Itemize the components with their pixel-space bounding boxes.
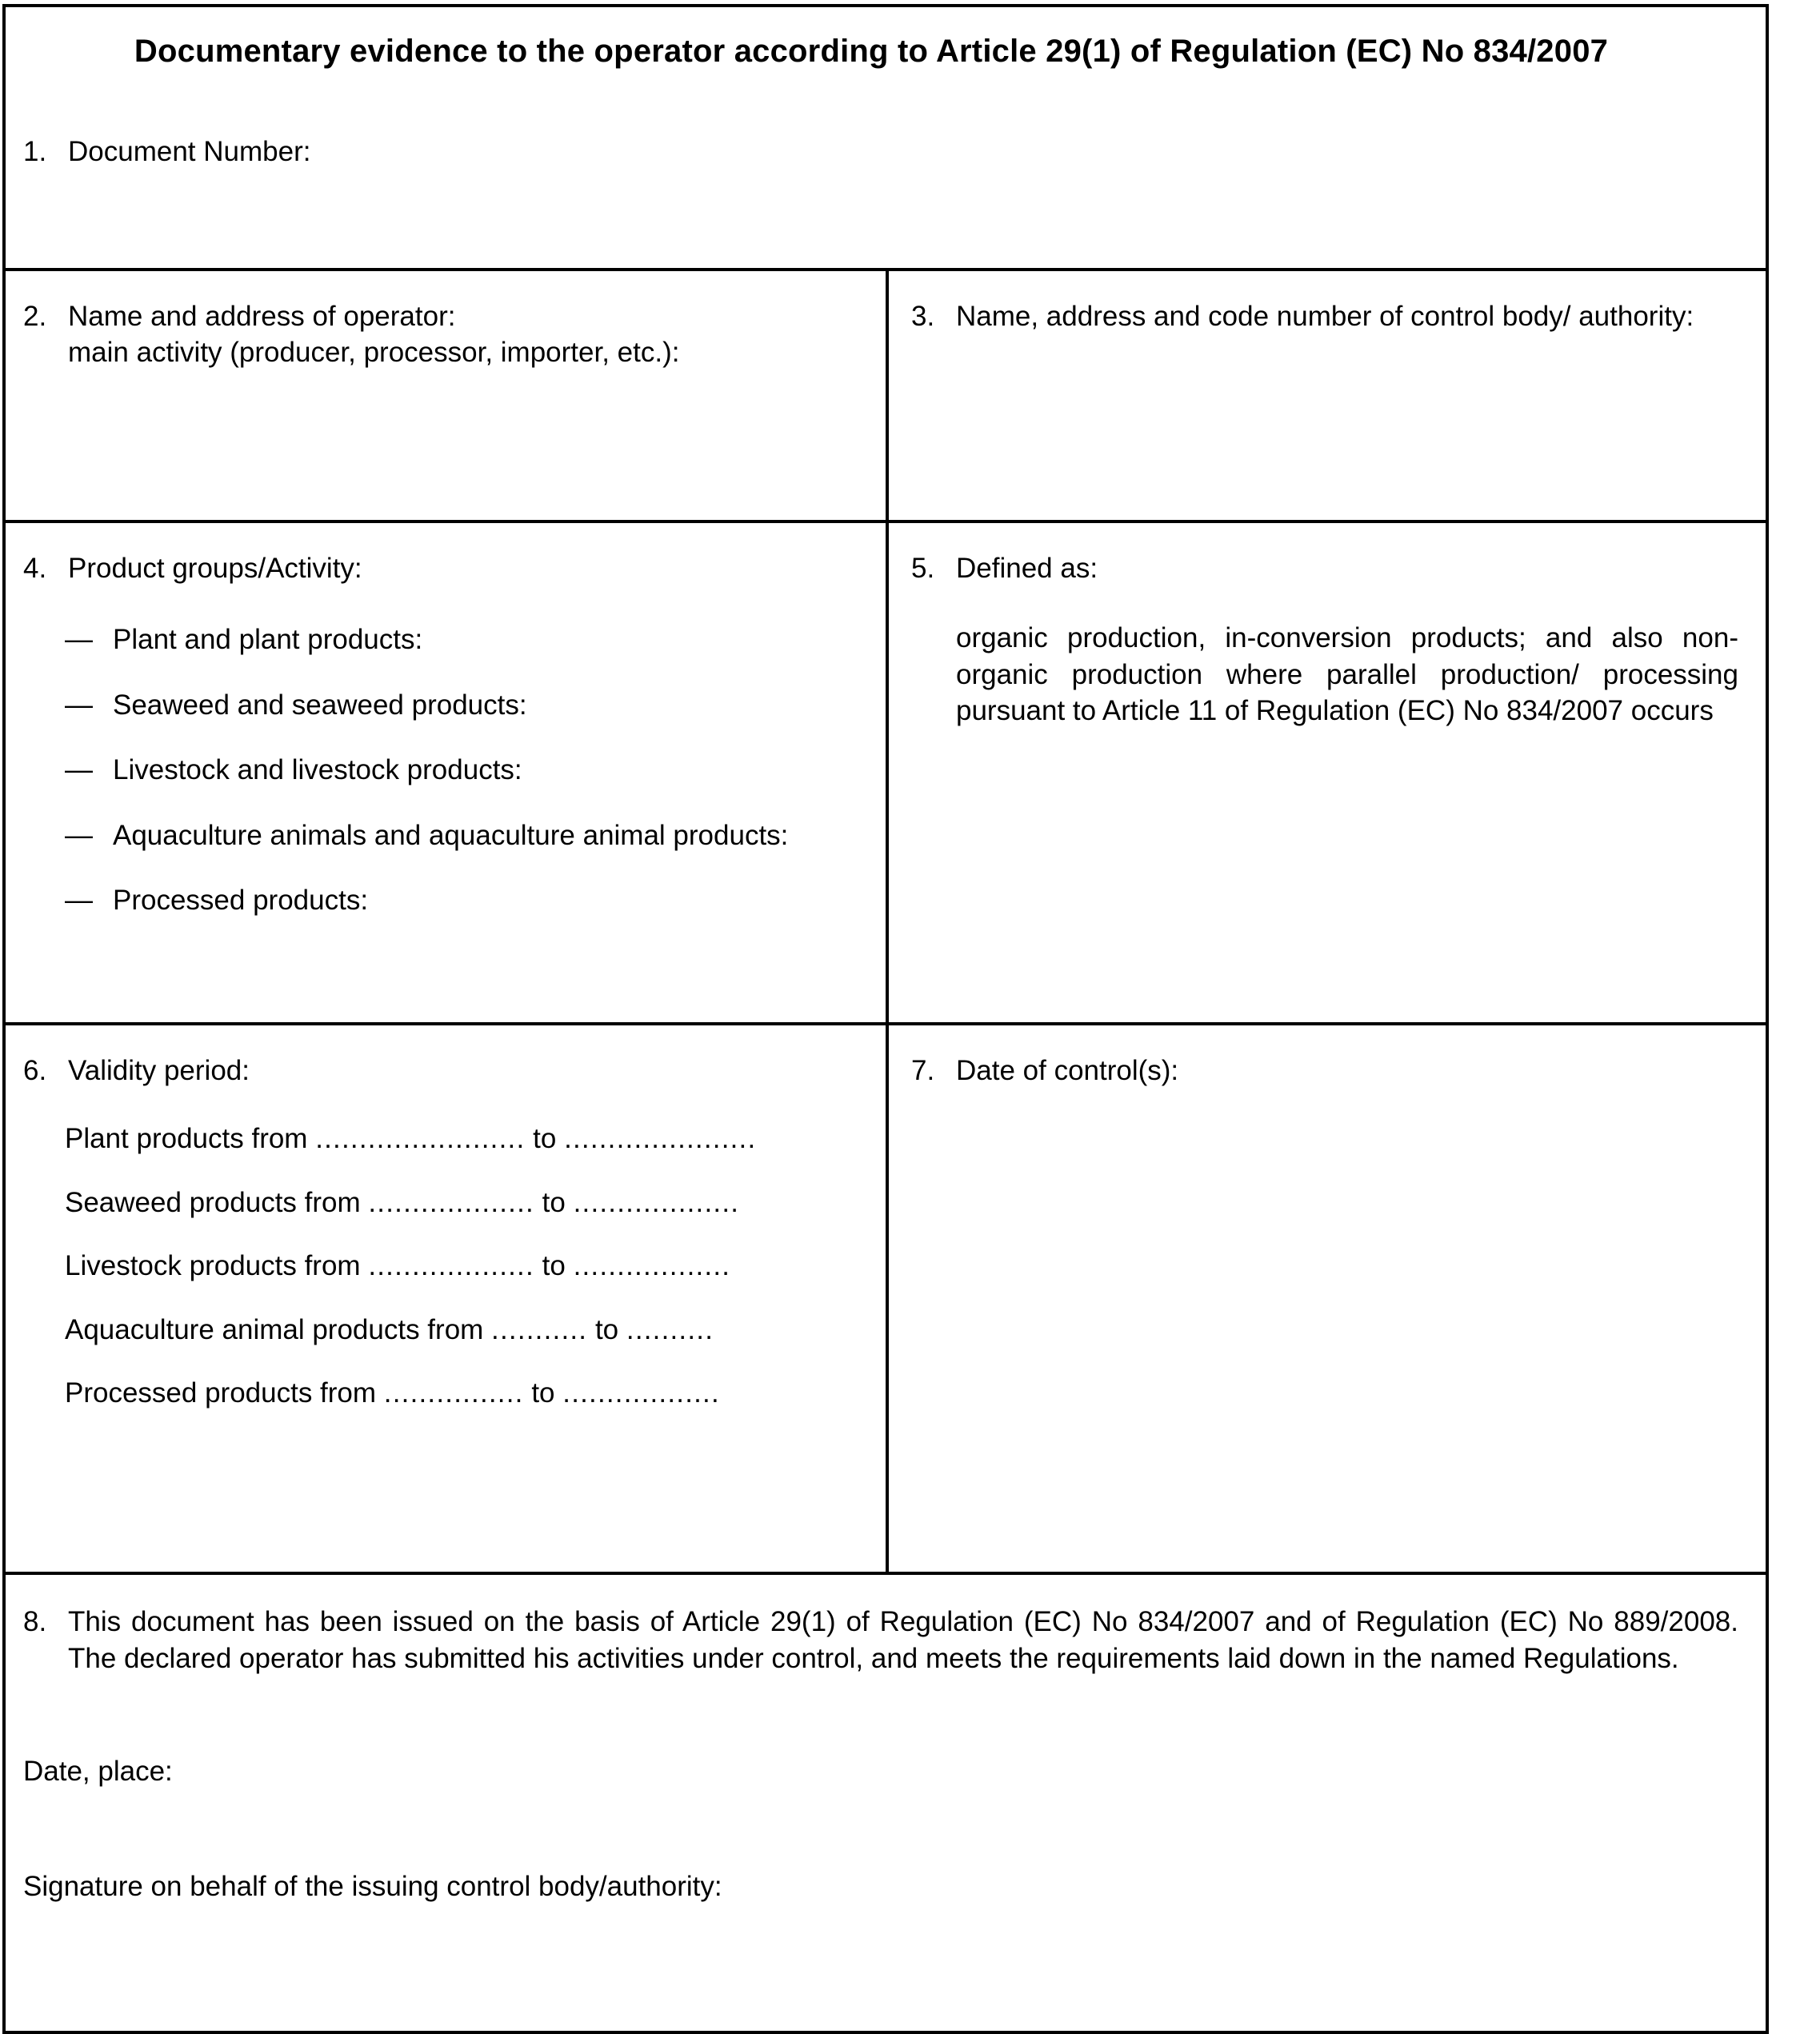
cell-statement: 8. This document has been issued on the … <box>2 1572 1769 2034</box>
spacer-product-groups-answer <box>23 919 854 988</box>
em-dash-icon: — <box>65 624 93 655</box>
list-item-label: Seaweed and seaweed products: <box>113 689 527 721</box>
cell-product-groups: 4. Product groups/Activity: — Plant and … <box>2 519 889 1025</box>
field-validity-period: 6. Validity period: <box>23 1053 854 1089</box>
field-number-6: 6. <box>23 1054 47 1086</box>
em-dash-icon: — <box>65 754 93 785</box>
field-number-7: 7. <box>911 1054 935 1086</box>
validity-period-list: Plant products from ....................… <box>65 1121 854 1412</box>
list-item-aquaculture-products: Aquaculture animal products from .......… <box>65 1312 854 1349</box>
validity-leader-to[interactable]: .......... <box>626 1314 714 1345</box>
spacer-defined-as <box>911 729 1738 998</box>
validity-leader-from[interactable]: ................... <box>368 1250 534 1281</box>
page-title: Documentary evidence to the operator acc… <box>134 34 1609 69</box>
spacer-validity-period <box>23 1412 854 1474</box>
field-number-4: 4. <box>23 552 47 584</box>
list-item-label: Processed products: <box>113 885 369 916</box>
validity-row-label: Aquaculture animal products from <box>65 1313 484 1345</box>
field-label-document-number: Document Number: <box>68 136 311 167</box>
spacer-date-of-control-answer <box>911 1089 1738 1548</box>
list-item: — Seaweed and seaweed products: <box>65 687 854 724</box>
validity-row-mid: to <box>531 1377 555 1409</box>
field-number-5: 5. <box>911 552 935 584</box>
cell-validity-period: 6. Validity period: Plant products from … <box>2 1021 889 1575</box>
field-statement-text: This document has been issued on the bas… <box>68 1606 1738 1674</box>
field-label-defined-as: Defined as: <box>956 552 1098 584</box>
field-date-of-control: 7. Date of control(s): <box>911 1053 1738 1089</box>
field-defined-as: 5. Defined as: <box>911 550 1738 587</box>
list-item-plant-products: Plant products from ....................… <box>65 1121 854 1157</box>
spacer-document-number-answer <box>23 170 1734 247</box>
field-number-8: 8. <box>23 1606 47 1637</box>
list-item-livestock-products: Livestock products from ................… <box>65 1248 854 1285</box>
validity-leader-from[interactable]: ................ <box>384 1377 524 1409</box>
field-label-control-body: Name, address and code number of control… <box>956 300 1694 332</box>
document-page: Documentary evidence to the operator acc… <box>0 0 1820 2034</box>
validity-leader-from[interactable]: ........... <box>491 1314 587 1345</box>
field-label-validity-period: Validity period: <box>68 1054 250 1086</box>
field-number-2: 2. <box>23 300 47 332</box>
validity-row-label: Plant products from <box>65 1123 308 1154</box>
spacer-before-signature <box>23 1790 1738 1868</box>
validity-row-mid: to <box>594 1313 619 1345</box>
table-row-productgroups-definedas: 4. Product groups/Activity: — Plant and … <box>2 519 1769 1025</box>
validity-row-label: Livestock products from <box>65 1250 361 1281</box>
field-label-operator-line1: Name and address of operator: <box>68 300 456 332</box>
list-item: — Aquaculture animals and aquaculture an… <box>65 817 854 854</box>
field-control-body: 3. Name, address and code number of cont… <box>911 298 1738 335</box>
field-label-operator-line2: main activity (producer, processor, impo… <box>68 337 680 368</box>
table-row-statement: 8. This document has been issued on the … <box>2 1572 1769 2034</box>
field-label-signature: Signature on behalf of the issuing contr… <box>23 1870 722 1902</box>
em-dash-icon: — <box>65 689 93 721</box>
cell-defined-as: 5. Defined as: organic production, in-co… <box>886 519 1769 1025</box>
field-label-date-place: Date, place: <box>23 1756 173 1787</box>
validity-leader-to[interactable]: .................. <box>562 1377 720 1409</box>
validity-row-label: Processed products from <box>65 1377 377 1409</box>
list-item: — Processed products: <box>65 882 854 919</box>
list-item-label: Aquaculture animals and aquaculture anim… <box>113 819 789 851</box>
list-item-label: Plant and plant products: <box>113 624 423 655</box>
table-row-validity-datecontrol: 6. Validity period: Plant products from … <box>2 1021 1769 1575</box>
validity-leader-to[interactable]: ...................... <box>564 1123 756 1154</box>
cell-operator: 2. Name and address of operator: main ac… <box>2 267 889 523</box>
list-item-label: Livestock and livestock products: <box>113 754 522 785</box>
list-item: — Livestock and livestock products: <box>65 752 854 789</box>
list-item: — Plant and plant products: <box>65 621 854 658</box>
validity-leader-to[interactable]: .................. <box>574 1250 731 1281</box>
validity-leader-from[interactable]: ........................ <box>315 1123 525 1154</box>
em-dash-icon: — <box>65 885 93 916</box>
product-group-list: — Plant and plant products: — Seaweed an… <box>23 621 854 919</box>
validity-leader-from[interactable]: ................... <box>368 1187 534 1218</box>
validity-row-mid: to <box>533 1123 557 1154</box>
list-item-processed-products: Processed products from ................… <box>65 1375 854 1412</box>
field-number-1: 1. <box>23 136 47 167</box>
validity-leader-to[interactable]: ................... <box>574 1187 740 1218</box>
documentary-evidence-form: Documentary evidence to the operator acc… <box>2 4 1769 2034</box>
field-label-product-groups: Product groups/Activity: <box>68 552 362 584</box>
cell-document-number: Documentary evidence to the operator acc… <box>2 4 1769 271</box>
field-product-groups: 4. Product groups/Activity: <box>23 550 854 587</box>
em-dash-icon: — <box>65 819 93 851</box>
list-item-seaweed-products: Seaweed products from ..................… <box>65 1185 854 1221</box>
validity-row-mid: to <box>542 1186 566 1218</box>
spacer-signature-area <box>23 1904 1738 2007</box>
spacer-before-date-place <box>23 1676 1738 1753</box>
table-row-operator-controlbody: 2. Name and address of operator: main ac… <box>2 267 1769 523</box>
cell-control-body: 3. Name, address and code number of cont… <box>886 267 1769 523</box>
cell-date-of-control: 7. Date of control(s): <box>886 1021 1769 1575</box>
validity-row-mid: to <box>542 1250 566 1281</box>
field-value-defined-as: organic production, in-conversion produc… <box>956 622 1738 726</box>
field-operator: 2. Name and address of operator: main ac… <box>23 298 854 371</box>
field-label-date-of-control: Date of control(s): <box>956 1054 1179 1086</box>
spacer-operator-answer <box>23 371 854 496</box>
validity-row-label: Seaweed products from <box>65 1186 361 1218</box>
table-row-title-document-number: Documentary evidence to the operator acc… <box>2 4 1769 271</box>
field-document-number: 1. Document Number: <box>23 134 1734 170</box>
field-number-3: 3. <box>911 300 935 332</box>
spacer-control-body-answer <box>911 334 1738 459</box>
field-statement: 8. This document has been issued on the … <box>23 1604 1738 1676</box>
